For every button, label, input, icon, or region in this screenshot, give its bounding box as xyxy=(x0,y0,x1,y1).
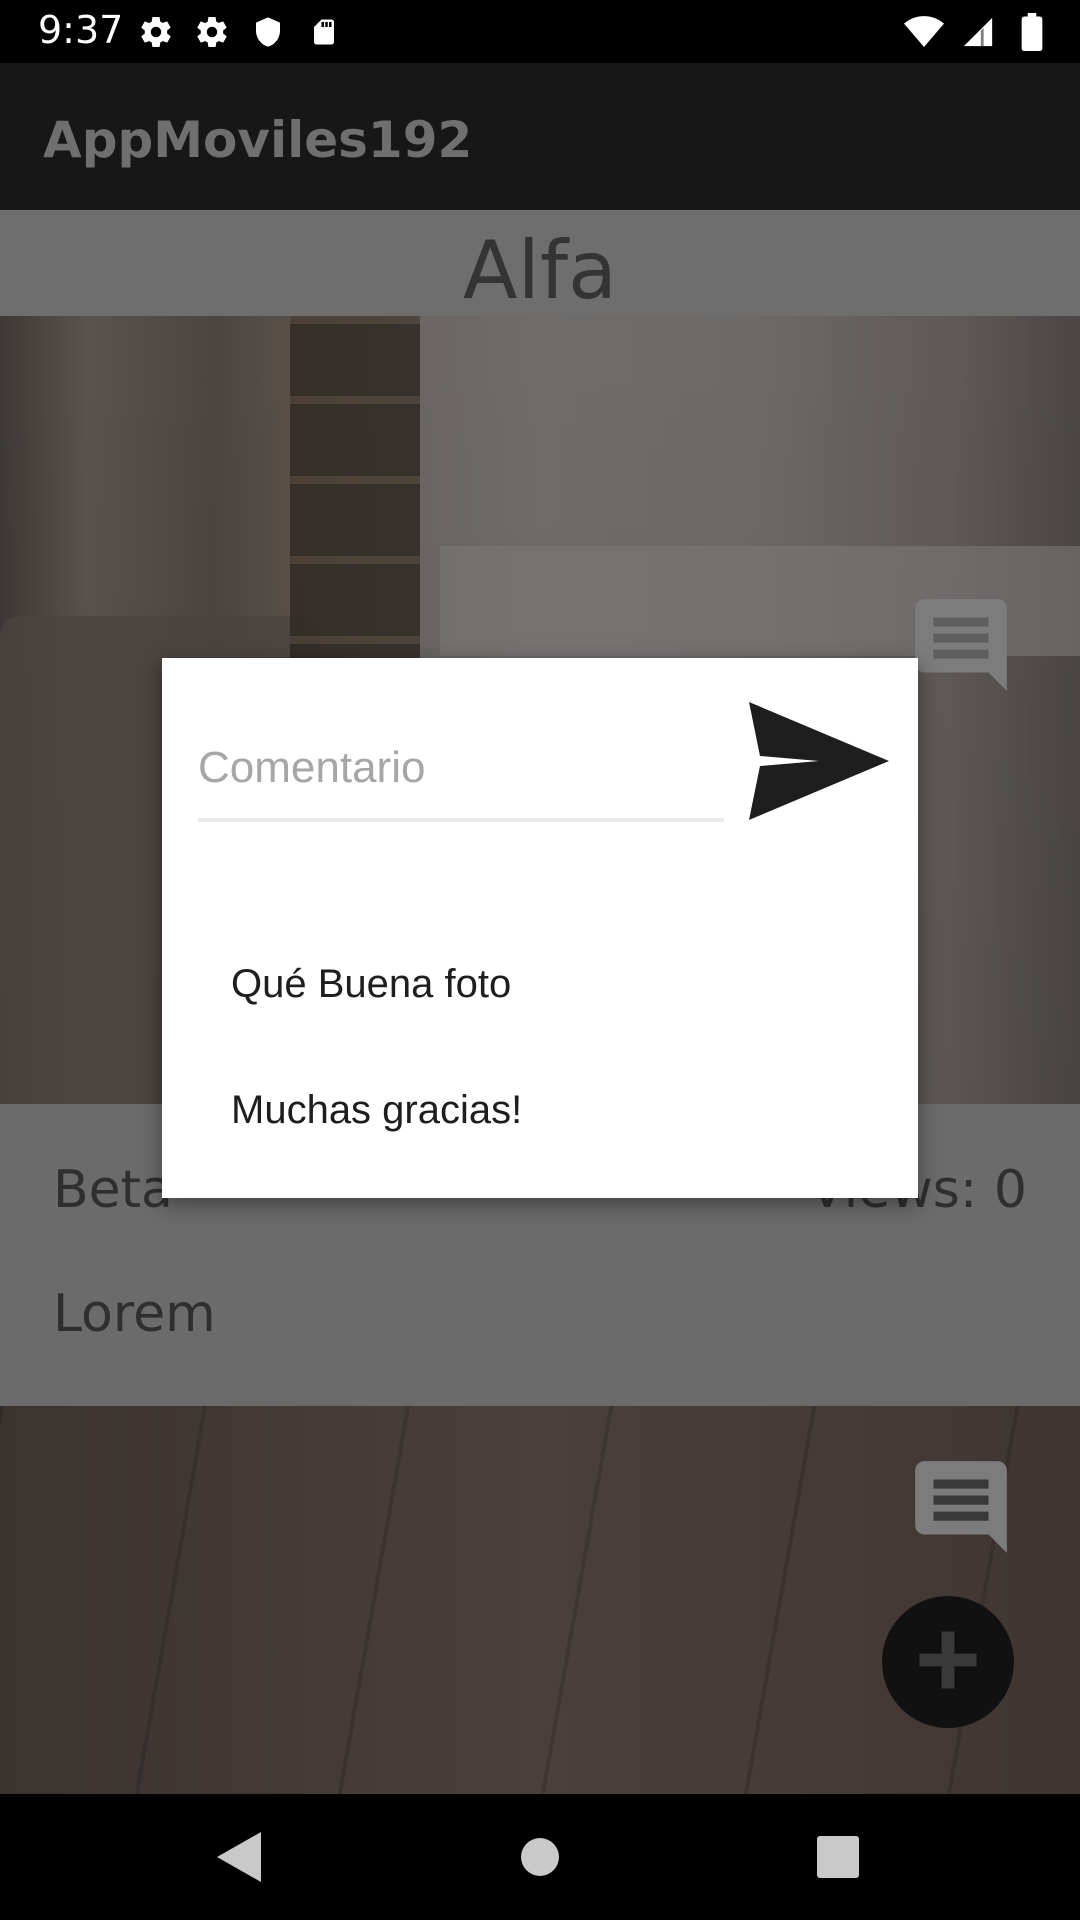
comment-dialog: Qué Buena foto Muchas gracias! xyxy=(162,658,918,1198)
comment-input[interactable] xyxy=(198,726,722,810)
comment-icon-2[interactable] xyxy=(906,1452,1016,1562)
app-bar: AppMoviles192 xyxy=(0,63,1080,210)
status-right-icons xyxy=(904,12,1052,52)
status-bar: 9:37 xyxy=(0,0,1080,63)
wifi-icon xyxy=(904,12,944,52)
settings-icon xyxy=(136,12,176,52)
home-icon[interactable] xyxy=(505,1822,575,1892)
settings-icon xyxy=(192,12,232,52)
navigation-bar xyxy=(0,1794,1080,1920)
comment-icon[interactable] xyxy=(906,590,1016,700)
comment-input-underline xyxy=(198,818,724,822)
battery-icon xyxy=(1012,12,1052,52)
comment-item: Qué Buena foto xyxy=(231,962,512,1006)
status-left-icons xyxy=(136,12,344,52)
sd-card-icon xyxy=(304,12,344,52)
comment-item: Muchas gracias! xyxy=(231,1088,523,1132)
post-author: Beta xyxy=(53,1160,173,1220)
send-icon xyxy=(749,701,889,825)
send-button[interactable] xyxy=(744,698,894,828)
post-title-bar: Alfa xyxy=(0,210,1080,317)
post-title: Alfa xyxy=(462,224,618,317)
shield-icon xyxy=(248,12,288,52)
status-time: 9:37 xyxy=(38,8,124,52)
add-icon xyxy=(910,1622,986,1703)
app-title: AppMoviles192 xyxy=(43,111,473,169)
recents-icon[interactable] xyxy=(803,1822,873,1892)
signal-icon xyxy=(958,12,998,52)
back-icon[interactable] xyxy=(204,1822,274,1892)
add-fab-button[interactable] xyxy=(882,1596,1014,1728)
post-description: Lorem xyxy=(53,1284,216,1344)
